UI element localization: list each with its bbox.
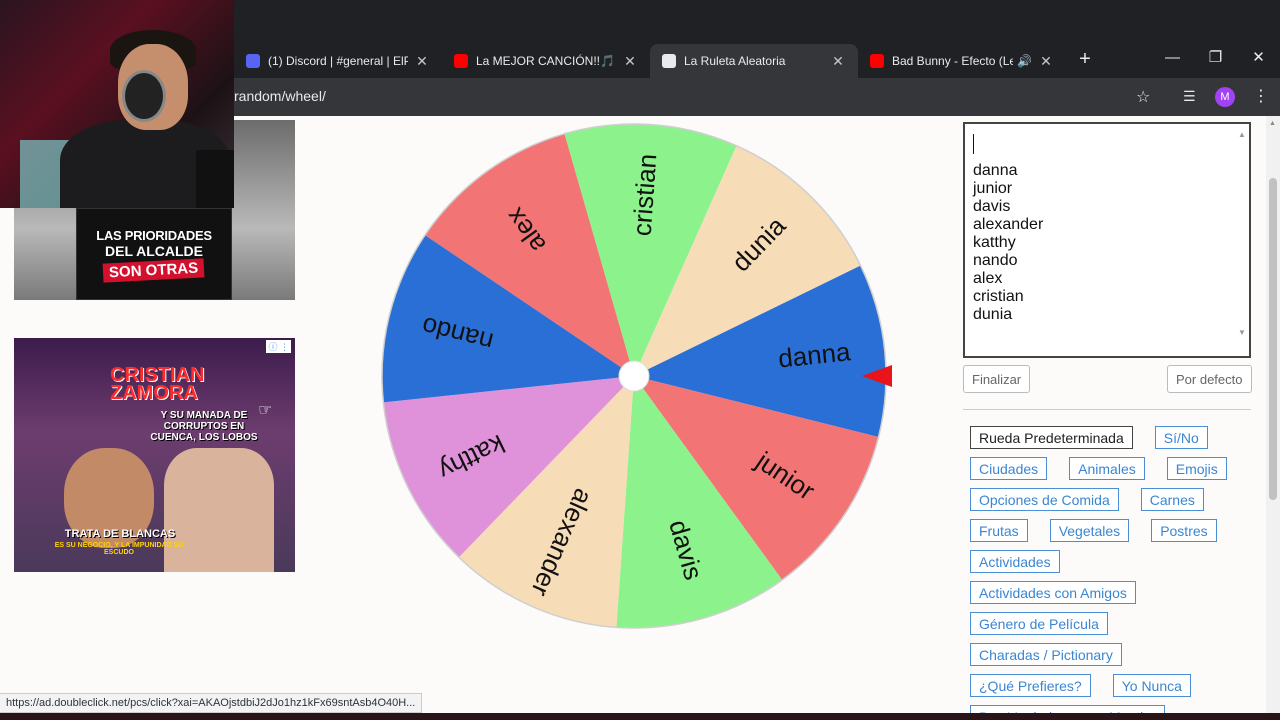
- discord-icon: [246, 54, 260, 68]
- menu-kebab-icon[interactable]: ⋮: [1253, 86, 1269, 106]
- wheel-pointer-icon: [862, 365, 892, 387]
- ad-headline-box: LAS PRIORIDADES DEL ALCALDE SON OTRAS: [76, 208, 232, 300]
- new-tab-icon[interactable]: +: [1070, 48, 1100, 71]
- preset-row: Rueda Predeterminada Sí/No: [970, 426, 1260, 449]
- name-entry: alex: [973, 270, 1003, 287]
- scrollbar-thumb[interactable]: [1269, 178, 1277, 500]
- wheel-favicon-icon: [662, 54, 676, 68]
- name-entry: junior: [973, 180, 1013, 197]
- window-controls: — ❐ ✕: [1151, 42, 1280, 72]
- media-control-icon[interactable]: ☰: [1183, 88, 1196, 105]
- youtube-icon: [870, 54, 884, 68]
- close-tab-icon[interactable]: ✕: [622, 53, 638, 70]
- preset-button[interactable]: Vegetales: [1049, 519, 1130, 542]
- preset-button[interactable]: Ciudades: [970, 457, 1048, 480]
- tab-title: La Ruleta Aleatoria: [684, 54, 786, 68]
- preset-button[interactable]: ¿Qué Prefieres?: [970, 674, 1091, 697]
- mouse-cursor-icon: ☞: [258, 402, 273, 419]
- youtube-icon: [454, 54, 468, 68]
- preset-button[interactable]: Yo Nunca: [1112, 674, 1191, 697]
- preset-button[interactable]: Emojis: [1166, 457, 1227, 480]
- microphone-icon: [196, 150, 234, 208]
- ad-title: CRISTIAN ZAMORA: [110, 364, 205, 404]
- preset-row: Charadas / Pictionary: [970, 643, 1260, 666]
- text-caret: [973, 134, 974, 154]
- name-entry: nando: [973, 252, 1018, 269]
- headphones-icon: [122, 70, 166, 122]
- scroll-up-arrow-icon[interactable]: ▲: [1269, 120, 1276, 127]
- scroll-down-icon[interactable]: ▼: [1237, 324, 1247, 342]
- preset-row: Opciones de Comida Carnes: [970, 488, 1260, 511]
- speaker-icon[interactable]: 🔊: [1017, 54, 1032, 68]
- preset-button[interactable]: Animales: [1069, 457, 1145, 480]
- tab-title: Bad Bunny - Efecto (Letr: [892, 54, 1014, 68]
- ad-headline-line1: LAS PRIORIDADES: [96, 228, 212, 243]
- preset-button[interactable]: Actividades: [970, 550, 1060, 573]
- ad-info-icon[interactable]: ⓘ ⋮: [266, 340, 291, 353]
- ad-subtitle: Y SU MANADA DE CORRUPTOS EN CUENCA, LOS …: [150, 410, 258, 443]
- ad-caption-small: ES SU NEGOCIO, Y LA IMPUNIDAD SU ESCUDO: [54, 542, 184, 556]
- tab-title: (1) Discord | #general | ElPap: [268, 54, 408, 68]
- finalize-button[interactable]: Finalizar: [963, 365, 1031, 393]
- bookmark-star-icon[interactable]: ☆: [1136, 87, 1150, 107]
- random-wheel[interactable]: dannajuniordavisalexanderkatthynandoalex…: [380, 122, 888, 630]
- browser-tab[interactable]: La MEJOR CANCIÓN!!🎵 Pa ✕: [442, 44, 650, 78]
- preset-button[interactable]: Rueda Predeterminada: [970, 426, 1133, 449]
- preset-button[interactable]: Género de Película: [970, 612, 1108, 635]
- name-entry: alexander: [973, 216, 1044, 233]
- scroll-up-icon[interactable]: ▲: [1237, 126, 1247, 144]
- preset-button[interactable]: Opciones de Comida: [970, 488, 1119, 511]
- close-window-icon[interactable]: ✕: [1237, 42, 1280, 72]
- preset-button[interactable]: Frutas: [970, 519, 1028, 542]
- address-bar[interactable]: random/wheel/: [234, 88, 326, 104]
- close-tab-icon[interactable]: ✕: [830, 53, 846, 70]
- default-button[interactable]: Por defecto: [1167, 365, 1252, 393]
- divider: [963, 409, 1251, 410]
- wheel-hub[interactable]: [618, 360, 650, 392]
- preset-button[interactable]: Postres: [1151, 519, 1217, 542]
- preset-row: Actividades: [970, 550, 1260, 573]
- ad-headline-line2: DEL ALCALDE: [105, 243, 203, 259]
- close-tab-icon[interactable]: ✕: [1038, 53, 1054, 70]
- name-entry: davis: [973, 198, 1011, 215]
- name-entry: dunia: [973, 306, 1013, 323]
- preset-button[interactable]: Actividades con Amigos: [970, 581, 1136, 604]
- preset-wheels: Rueda Predeterminada Sí/No Ciudades Animale…: [970, 426, 1260, 720]
- tab-title: La MEJOR CANCIÓN!!🎵 Pa: [476, 54, 616, 68]
- preset-row: Actividades con Amigos: [970, 581, 1260, 604]
- webcam-overlay: [0, 0, 234, 208]
- restore-icon[interactable]: ❐: [1194, 42, 1237, 72]
- preset-button[interactable]: Carnes: [1140, 488, 1204, 511]
- page-scrollbar[interactable]: ▲: [1266, 116, 1280, 720]
- preset-button[interactable]: Sí/No: [1154, 426, 1208, 449]
- name-entry: danna: [973, 162, 1018, 179]
- name-entry: katthy: [973, 234, 1016, 251]
- browser-tab[interactable]: Bad Bunny - Efecto (Letr 🔊 ✕: [858, 44, 1066, 78]
- profile-avatar[interactable]: M: [1215, 87, 1235, 107]
- name-entry: cristian: [973, 288, 1024, 305]
- close-tab-icon[interactable]: ✕: [414, 53, 430, 70]
- taskbar-edge: [0, 713, 1280, 720]
- browser-tab[interactable]: (1) Discord | #general | ElPap ✕: [234, 44, 442, 78]
- ad-headline-line3: SON OTRAS: [102, 258, 206, 283]
- names-list: danna junior davis alexander katthy nando alex…: [973, 162, 1241, 324]
- ad-caption: TRATA DE BLANCAS: [64, 528, 176, 540]
- wheel-segment-label: cristian: [627, 153, 663, 237]
- status-bar-url: https://ad.doubleclick.net/pcs/click?xai…: [0, 693, 423, 713]
- names-textarea[interactable]: danna junior davis alexander katthy nando alex…: [963, 122, 1251, 358]
- preset-button[interactable]: Charadas / Pictionary: [970, 643, 1122, 666]
- preset-row: ¿Qué Prefieres? Yo Nunca: [970, 674, 1260, 697]
- preset-row: Género de Película: [970, 612, 1260, 635]
- preset-row: Ciudades Animales Emojis: [970, 457, 1260, 480]
- browser-tab[interactable]: La Ruleta Aleatoria ✕: [650, 44, 858, 78]
- tab-strip: (1) Discord | #general | ElPap✕La MEJOR …: [234, 40, 1280, 78]
- minimize-icon[interactable]: —: [1151, 42, 1194, 72]
- ad-banner-bottom[interactable]: ⓘ ⋮ CRISTIAN ZAMORA Y SU MANADA DE CORRU…: [14, 338, 295, 572]
- preset-row: Frutas Vegetales Postres: [970, 519, 1260, 542]
